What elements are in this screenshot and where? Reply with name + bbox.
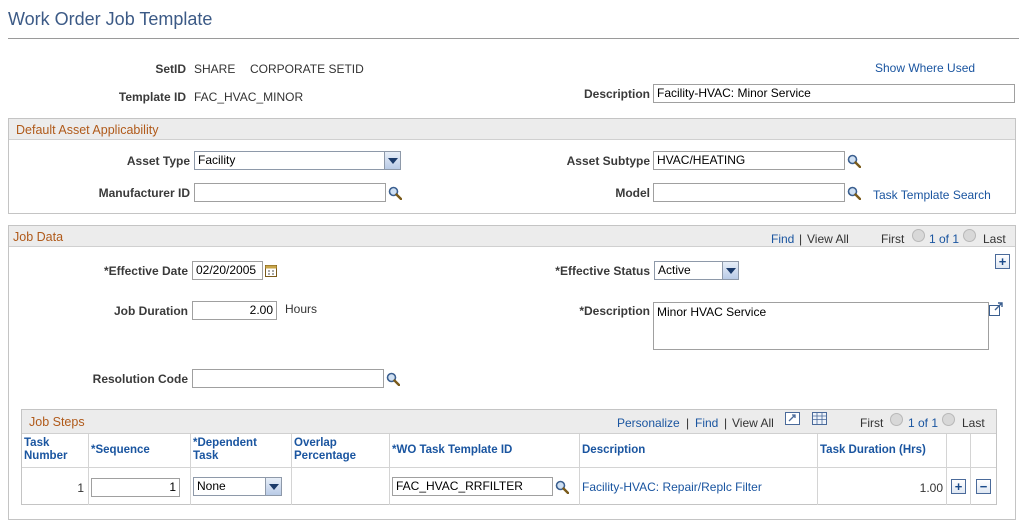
magnifier-icon[interactable] xyxy=(847,154,861,168)
column-header-task-number: Task Number xyxy=(24,437,68,462)
chevron-down-icon[interactable] xyxy=(384,152,400,169)
job-duration-input[interactable]: 2.00 xyxy=(192,301,277,320)
column-header-description: Description xyxy=(582,444,646,456)
job-duration-unit: Hours xyxy=(285,302,318,316)
job-description-textarea[interactable]: Minor HVAC Service xyxy=(653,302,989,350)
column-header-task-duration: Task Duration (Hrs) xyxy=(820,444,926,456)
job-description-label: *Description xyxy=(579,304,650,318)
task-template-search-link[interactable]: Task Template Search xyxy=(873,188,991,202)
task-duration-cell: 1.00 xyxy=(919,481,943,495)
magnifier-icon[interactable] xyxy=(388,186,402,200)
row-range: 1 of 1 xyxy=(908,416,939,430)
resolution-code-input[interactable] xyxy=(192,369,384,388)
next-icon[interactable] xyxy=(963,229,976,242)
download-grid-icon[interactable] xyxy=(812,412,827,425)
next-icon[interactable] xyxy=(942,413,955,426)
model-label: Model xyxy=(615,186,650,200)
view-all-link[interactable]: View All xyxy=(732,416,774,430)
zoom-grid-icon[interactable] xyxy=(785,412,800,425)
grid-title: Job Steps xyxy=(29,415,85,429)
previous-icon[interactable] xyxy=(912,229,925,242)
plus-icon[interactable]: + xyxy=(995,254,1010,269)
last-label: Last xyxy=(983,232,1006,246)
template-id-value: FAC_HVAC_MINOR xyxy=(194,90,304,104)
magnifier-icon[interactable] xyxy=(386,372,400,386)
effective-date-input[interactable]: 02/20/2005 xyxy=(192,261,263,280)
column-header-dependent-task: *Dependent Task xyxy=(193,437,257,462)
show-where-used-link[interactable]: Show Where Used xyxy=(875,61,975,75)
asset-subtype-input[interactable]: HVAC/HEATING xyxy=(653,151,845,170)
magnifier-icon[interactable] xyxy=(847,186,861,200)
template-id-label: Template ID xyxy=(118,90,186,104)
wo-task-template-input[interactable]: FAC_HVAC_RRFILTER xyxy=(392,477,553,496)
find-link[interactable]: Find xyxy=(771,232,794,246)
model-input[interactable] xyxy=(653,183,845,202)
calendar-icon[interactable] xyxy=(265,264,277,277)
minus-icon[interactable]: − xyxy=(976,479,991,494)
effective-status-value: Active xyxy=(658,263,691,277)
nav-separator: | xyxy=(686,416,690,430)
setid-label: SetID xyxy=(155,62,186,76)
magnifier-icon[interactable] xyxy=(555,480,569,494)
title-divider xyxy=(8,38,1019,39)
chevron-down-icon[interactable] xyxy=(265,478,281,495)
asset-subtype-label: Asset Subtype xyxy=(566,154,650,168)
effective-status-select[interactable]: Active xyxy=(654,261,739,280)
asset-type-value: Facility xyxy=(198,153,236,167)
column-header-sequence: *Sequence xyxy=(91,444,150,456)
dependent-task-value: None xyxy=(197,479,226,493)
manufacturer-id-input[interactable] xyxy=(194,183,386,202)
chevron-down-icon[interactable] xyxy=(722,262,738,279)
effective-date-label: *Effective Date xyxy=(103,264,188,278)
manufacturer-id-label: Manufacturer ID xyxy=(98,186,190,200)
nav-separator: | xyxy=(799,232,803,246)
task-number-cell: 1 xyxy=(77,481,84,495)
find-link[interactable]: Find xyxy=(695,416,718,430)
plus-icon[interactable]: + xyxy=(951,479,966,494)
task-description-link[interactable]: Facility-HVAC: Repair/Replc Filter xyxy=(582,480,762,494)
description-input[interactable]: Facility-HVAC: Minor Service xyxy=(653,84,1015,103)
sequence-input[interactable]: 1 xyxy=(91,478,180,497)
asset-type-select[interactable]: Facility xyxy=(194,151,401,170)
dependent-task-select[interactable]: None xyxy=(193,477,282,496)
column-header-overlap-percentage: Overlap Percentage xyxy=(294,437,357,462)
column-header-wo-task-template-id: *WO Task Template ID xyxy=(392,444,513,456)
view-all-link[interactable]: View All xyxy=(807,232,849,246)
effective-status-label: *Effective Status xyxy=(555,264,650,278)
row-range: 1 of 1 xyxy=(929,232,960,246)
first-label: First xyxy=(881,232,905,246)
resolution-code-label: Resolution Code xyxy=(92,372,188,386)
expand-textarea-icon[interactable] xyxy=(989,302,1003,316)
nav-separator: | xyxy=(724,416,728,430)
asset-type-label: Asset Type xyxy=(126,154,190,168)
setid-value: SHARE xyxy=(194,62,236,76)
last-label: Last xyxy=(962,416,985,430)
description-label: Description xyxy=(583,87,650,101)
section-title: Job Data xyxy=(13,230,64,244)
setid-description: CORPORATE SETID xyxy=(250,62,364,76)
section-title: Default Asset Applicability xyxy=(16,123,159,137)
personalize-link[interactable]: Personalize xyxy=(617,416,680,430)
previous-icon[interactable] xyxy=(890,413,903,426)
job-duration-label: Job Duration xyxy=(114,304,188,318)
page-title: Work Order Job Template xyxy=(8,9,213,29)
first-label: First xyxy=(860,416,884,430)
